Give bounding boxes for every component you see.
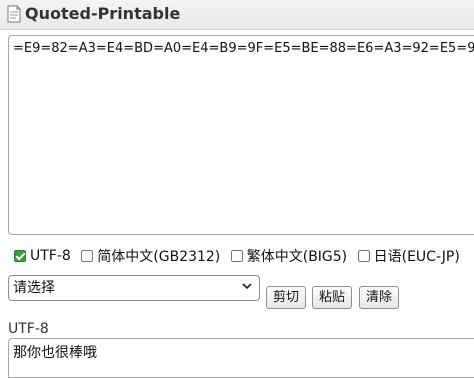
eucjp-checkbox[interactable]	[357, 250, 370, 262]
charset-label: 简体中文(GB2312)	[97, 249, 221, 265]
paste-button[interactable]: 粘贴	[312, 286, 353, 309]
charset-select[interactable]: 请选择	[8, 275, 260, 301]
header-bar: Quoted-Printable	[0, 0, 474, 30]
charset-label: 繁体中文(BIG5)	[246, 249, 348, 265]
output-label: UTF-8	[8, 321, 49, 337]
decoded-textarea[interactable]: 那你也很棒哦	[8, 338, 474, 378]
charset-option-big5[interactable]: 繁体中文(BIG5)	[230, 246, 348, 266]
chevron-down-icon	[242, 283, 252, 290]
gb2312-checkbox[interactable]	[81, 250, 94, 262]
encoded-textarea[interactable]: =E9=82=A3=E4=BD=A0=E4=B9=9F=E5=BE=88=E6=…	[8, 35, 474, 235]
big5-checkbox[interactable]	[230, 250, 243, 262]
page-title: Quoted-Printable	[25, 4, 181, 23]
charset-options: UTF-8 简体中文(GB2312) 繁体中文(BIG5) 日语(EUC-JP)	[14, 246, 466, 266]
clear-button[interactable]: 清除	[359, 286, 400, 309]
charset-option-utf8[interactable]: UTF-8	[14, 248, 71, 264]
cut-button[interactable]: 剪切	[266, 286, 307, 309]
charset-option-eucjp[interactable]: 日语(EUC-JP)	[357, 246, 460, 266]
charset-label: UTF-8	[30, 248, 71, 264]
charset-label: 日语(EUC-JP)	[373, 249, 460, 265]
document-icon	[7, 5, 21, 23]
charset-option-gb2312[interactable]: 简体中文(GB2312)	[81, 246, 220, 266]
utf8-checkbox[interactable]	[14, 250, 26, 262]
select-value: 请选择	[13, 280, 55, 296]
